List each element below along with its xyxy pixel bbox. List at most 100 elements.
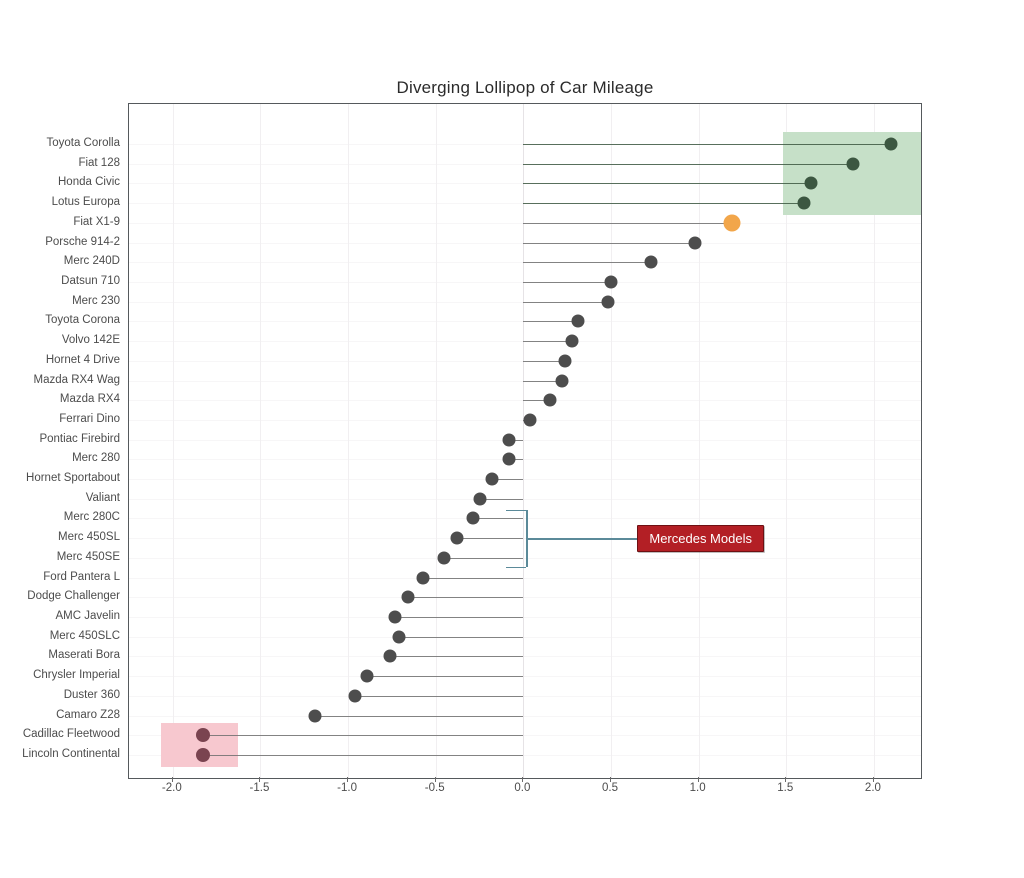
x-tick-label: 1.5 xyxy=(777,782,794,794)
lollipop-stem xyxy=(523,183,811,185)
gridline-vertical xyxy=(611,104,612,778)
gridline-vertical xyxy=(260,104,262,778)
gridline-vertical xyxy=(172,104,174,778)
annotation-label-mercedes[interactable]: Mercedes Models xyxy=(637,525,764,553)
lollipop-stem xyxy=(423,577,524,579)
lollipop-stem xyxy=(479,498,524,500)
lollipop-dot[interactable] xyxy=(466,511,480,525)
y-tick-label: Merc 240D xyxy=(63,255,120,268)
lollipop-dot[interactable] xyxy=(195,728,210,743)
lollipop-dot[interactable] xyxy=(571,314,585,328)
y-tick-label: Ferrari Dino xyxy=(59,412,120,425)
gridline-horizontal xyxy=(129,498,921,500)
lollipop-stem xyxy=(523,301,608,303)
lollipop-dot[interactable] xyxy=(401,590,415,604)
x-tick-mark xyxy=(610,777,611,782)
y-tick-label: Merc 450SE xyxy=(56,550,120,563)
y-axis-tick-labels: Toyota Corolla Fiat 128 Honda Civic Lotus E… xyxy=(0,103,124,779)
y-tick-label: Toyota Corona xyxy=(45,314,120,327)
gridline-horizontal xyxy=(129,479,921,481)
lollipop-stem xyxy=(314,715,524,717)
lollipop-dot[interactable] xyxy=(437,551,451,565)
lollipop-stem xyxy=(523,144,892,145)
y-tick-label: Chrysler Imperial xyxy=(33,669,120,682)
y-tick-label: Honda Civic xyxy=(58,176,120,189)
y-tick-label: Lincoln Continental xyxy=(22,748,120,760)
lollipop-dot[interactable] xyxy=(308,709,322,723)
lollipop-stem xyxy=(456,538,524,540)
lollipop-dot[interactable] xyxy=(485,472,499,486)
annotation-brace-spine xyxy=(526,509,528,567)
x-tick-mark xyxy=(872,777,874,782)
gridline-vertical xyxy=(348,104,350,778)
x-tick-label: -1.0 xyxy=(337,782,358,794)
y-tick-label: Hornet Sportabout xyxy=(26,472,120,485)
lollipop-dot[interactable] xyxy=(348,689,362,703)
chart-page: Diverging Lollipop of Car Mileage Toyota… xyxy=(0,0,1024,878)
lollipop-stem xyxy=(523,242,696,244)
y-tick-label: Valiant xyxy=(85,491,120,504)
lollipop-stem xyxy=(355,695,524,697)
annotation-brace-bottom xyxy=(506,566,527,569)
y-tick-label: Merc 230 xyxy=(72,294,120,307)
lollipop-stem xyxy=(523,262,652,264)
lollipop-dot[interactable] xyxy=(416,571,430,585)
lollipop-dot[interactable] xyxy=(502,433,516,447)
lollipop-dot[interactable] xyxy=(502,452,516,466)
annotation-leader-line xyxy=(526,538,638,540)
lollipop-dot[interactable] xyxy=(543,393,557,407)
lollipop-dot[interactable] xyxy=(195,748,210,762)
lollipop-stem xyxy=(472,518,524,520)
lollipop-dot[interactable] xyxy=(601,295,614,309)
y-tick-label: Merc 450SL xyxy=(57,531,120,544)
lollipop-stem xyxy=(390,656,524,658)
gridline-horizontal xyxy=(129,695,921,697)
lollipop-dot[interactable] xyxy=(565,334,579,348)
gridline-horizontal xyxy=(129,577,921,579)
gridline-horizontal xyxy=(129,715,921,717)
lollipop-dot[interactable] xyxy=(723,214,741,232)
x-tick-label: -2.0 xyxy=(161,782,182,794)
lollipop-dot[interactable] xyxy=(392,630,406,644)
y-tick-label: Cadillac Fleetwood xyxy=(22,728,120,741)
y-tick-label: Volvo 142E xyxy=(61,334,120,347)
lollipop-dot[interactable] xyxy=(604,275,618,289)
x-tick-label: 0.5 xyxy=(602,782,618,794)
lollipop-dot[interactable] xyxy=(804,176,818,190)
lollipop-stem xyxy=(523,222,732,224)
lollipop-dot[interactable] xyxy=(846,157,860,171)
gridline-horizontal xyxy=(129,439,921,441)
gridline-horizontal xyxy=(129,656,921,658)
x-tick-mark xyxy=(522,777,524,782)
lollipop-dot[interactable] xyxy=(688,236,702,250)
lollipop-dot[interactable] xyxy=(558,354,572,368)
lollipop-dot[interactable] xyxy=(360,669,374,683)
x-tick-mark xyxy=(259,777,261,782)
gridline-horizontal xyxy=(129,557,921,559)
lollipop-stem xyxy=(523,281,611,283)
lollipop-stem xyxy=(407,597,524,599)
lollipop-dot[interactable] xyxy=(383,649,397,663)
lollipop-stem xyxy=(202,755,524,756)
lollipop-dot[interactable] xyxy=(523,413,537,427)
lollipop-dot[interactable] xyxy=(797,196,811,210)
lollipop-dot[interactable] xyxy=(884,137,898,151)
y-tick-label: Maserati Bora xyxy=(48,649,120,662)
lollipop-stem xyxy=(398,636,524,638)
y-tick-label: Merc 450SLC xyxy=(49,629,120,642)
lollipop-stem xyxy=(202,735,524,737)
lollipop-stem xyxy=(523,321,578,323)
y-tick-label: Lotus Europa xyxy=(51,196,120,209)
y-tick-label: Toyota Corolla xyxy=(46,137,120,149)
x-tick-mark xyxy=(434,777,436,782)
zero-line xyxy=(523,104,525,778)
gridline-horizontal xyxy=(129,538,921,540)
lollipop-dot[interactable] xyxy=(644,255,658,269)
lollipop-dot[interactable] xyxy=(388,610,402,624)
lollipop-dot[interactable] xyxy=(555,374,569,388)
gridline-vertical xyxy=(698,104,700,778)
x-tick-mark xyxy=(697,777,699,782)
lollipop-dot[interactable] xyxy=(473,492,487,506)
x-tick-label: -0.5 xyxy=(424,782,445,794)
lollipop-dot[interactable] xyxy=(450,531,464,545)
